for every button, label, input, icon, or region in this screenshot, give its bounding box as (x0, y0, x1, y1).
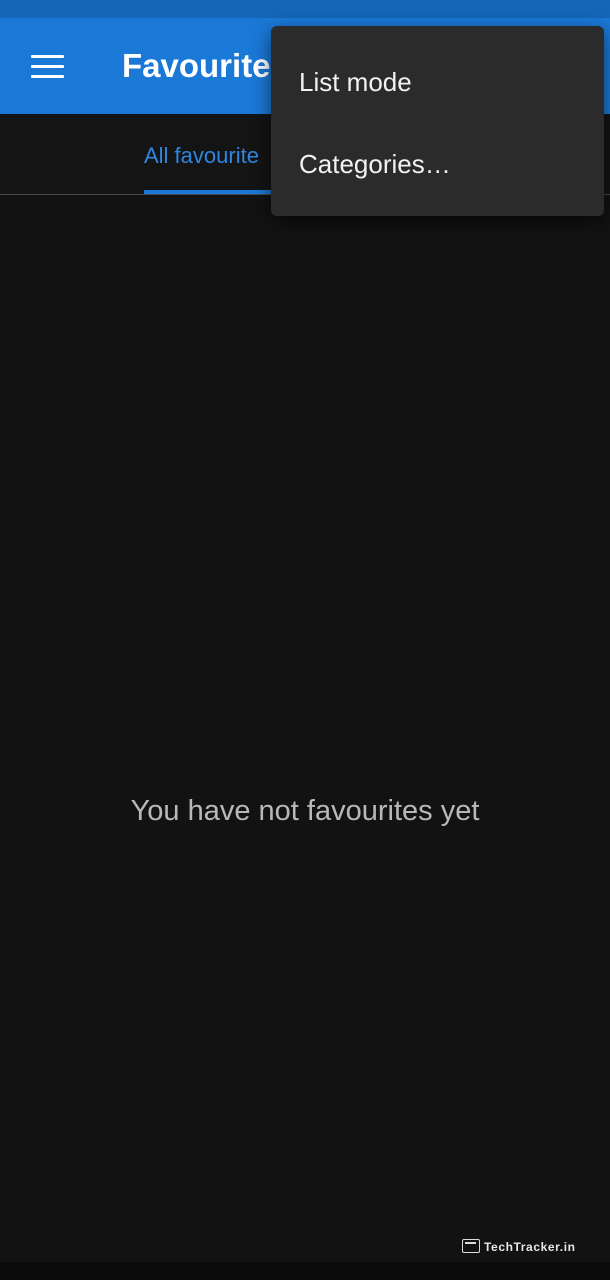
menu-bar-line (31, 65, 64, 68)
menu-item-categories[interactable]: Categories… (271, 122, 604, 204)
overflow-menu: List mode Categories… (271, 26, 604, 216)
browser-window-icon (462, 1239, 480, 1253)
menu-item-label: List mode (299, 67, 412, 97)
menu-bar-line (31, 55, 64, 58)
watermark-text: TechTracker.in (484, 1240, 576, 1254)
empty-state-message: You have not favourites yet (130, 795, 480, 827)
menu-bar-line (31, 75, 64, 78)
menu-item-list-mode[interactable]: List mode (271, 40, 604, 122)
hamburger-menu-icon[interactable] (20, 38, 76, 94)
navigation-bar (0, 1262, 610, 1280)
status-bar (0, 0, 610, 18)
menu-item-label: Categories… (299, 149, 451, 179)
page-title: Favourite (122, 47, 271, 84)
tab-label: All favourite (144, 143, 259, 168)
